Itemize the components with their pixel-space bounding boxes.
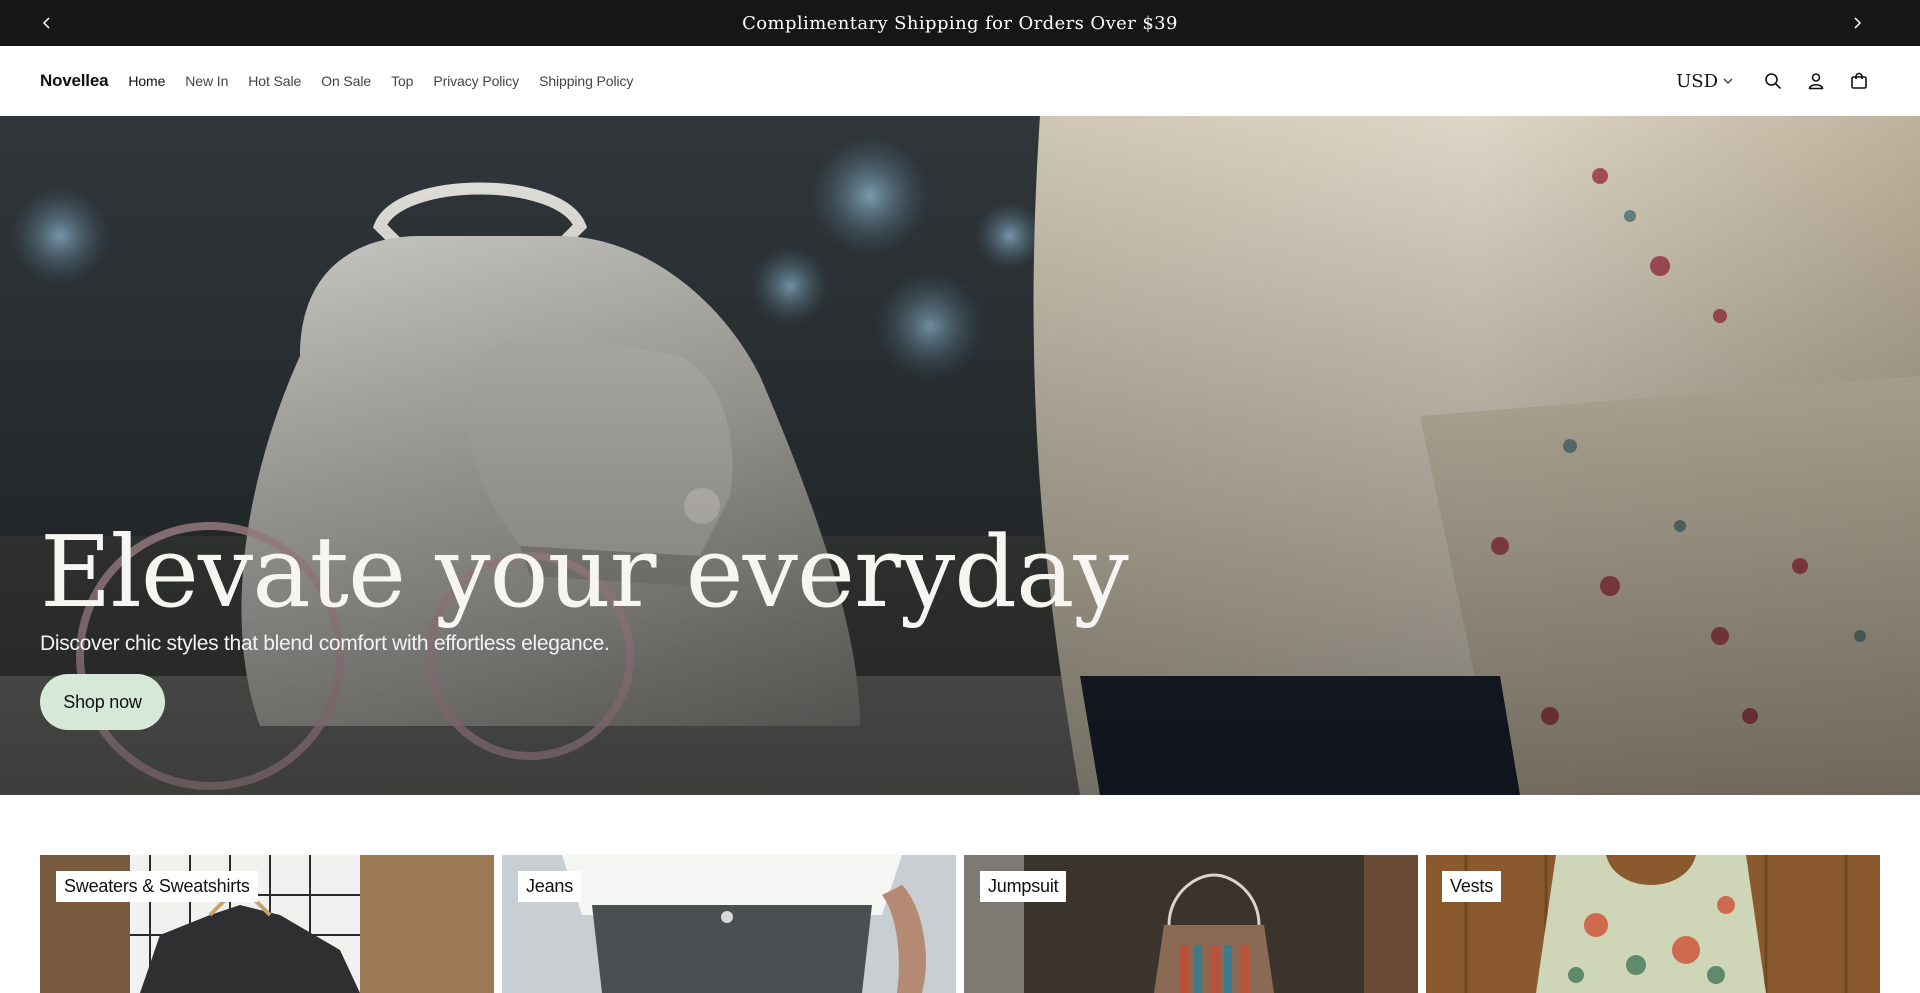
nav-item-top[interactable]: Top (391, 73, 413, 89)
hero-image (0, 116, 1920, 795)
currency-selector[interactable]: USD (1676, 71, 1733, 92)
announcement-prev-button[interactable] (24, 0, 70, 46)
nav-item-hot-sale[interactable]: Hot Sale (248, 73, 301, 89)
site-header: Novellea Home New In Hot Sale On Sale To… (0, 46, 1920, 116)
site-logo[interactable]: Novellea (40, 71, 109, 91)
nav-item-shipping-policy[interactable]: Shipping Policy (539, 73, 633, 89)
hero-banner: Elevate your everyday Discover chic styl… (0, 116, 1920, 795)
nav-item-on-sale[interactable]: On Sale (321, 73, 371, 89)
collection-label: Jeans (518, 871, 582, 902)
currency-label: USD (1676, 70, 1718, 92)
search-button[interactable] (1751, 61, 1794, 101)
collection-label: Jumpsuit (980, 871, 1067, 902)
main-nav: Home New In Hot Sale On Sale Top Privacy… (128, 73, 653, 89)
nav-item-privacy-policy[interactable]: Privacy Policy (433, 73, 519, 89)
nav-item-new-in[interactable]: New In (185, 73, 228, 89)
account-button[interactable] (1794, 61, 1837, 101)
announcement-text: Complimentary Shipping for Orders Over $… (742, 12, 1178, 34)
hero-subtitle: Discover chic styles that blend comfort … (40, 632, 610, 655)
announcement-next-button[interactable] (1834, 0, 1880, 46)
announcement-bar: Complimentary Shipping for Orders Over $… (0, 0, 1920, 46)
collection-card-vests[interactable]: Vests (1426, 855, 1880, 993)
account-icon (1808, 73, 1823, 90)
search-icon (1764, 73, 1781, 89)
hero-title: Elevate your everyday (40, 516, 1129, 630)
collection-list: Sweaters & Sweatshirts Jeans Jumpsuit Ve… (40, 855, 1880, 993)
chevron-down-icon (1723, 78, 1733, 84)
cart-icon (1850, 72, 1867, 89)
collection-label: Vests (1442, 871, 1502, 902)
cart-button[interactable] (1837, 61, 1880, 101)
chevron-left-icon (42, 17, 50, 29)
chevron-right-icon (1854, 17, 1862, 29)
shop-now-button[interactable]: Shop now (40, 674, 165, 730)
nav-item-home[interactable]: Home (128, 73, 165, 89)
collection-card-jumpsuit[interactable]: Jumpsuit (964, 855, 1418, 993)
collection-label: Sweaters & Sweatshirts (56, 871, 258, 902)
collection-card-sweaters[interactable]: Sweaters & Sweatshirts (40, 855, 494, 993)
collection-card-jeans[interactable]: Jeans (502, 855, 956, 993)
header-actions: USD (1676, 61, 1880, 101)
